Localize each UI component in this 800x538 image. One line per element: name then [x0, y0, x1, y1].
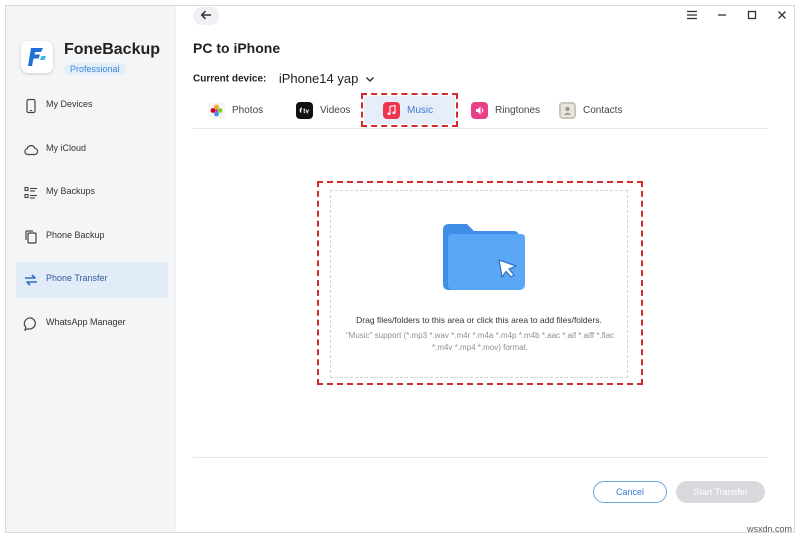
minimize-icon: [717, 7, 727, 25]
back-button[interactable]: [193, 7, 219, 25]
app-name: FoneBackup: [64, 41, 161, 58]
current-device-row: Current device: iPhone14 yap: [193, 70, 375, 88]
sidebar-item-label: My iCloud: [46, 142, 87, 153]
sidebar-item-my-backups[interactable]: My Backups: [16, 175, 168, 211]
tab-photos[interactable]: Photos: [208, 96, 263, 124]
sidebar-item-label: Phone Transfer: [46, 273, 108, 283]
minimize-button[interactable]: [714, 8, 730, 24]
tab-videos[interactable]: Videos: [296, 96, 350, 124]
fonebackup-logo-icon: [21, 41, 53, 73]
tab-music[interactable]: Music: [383, 96, 433, 124]
copy-icon: [23, 229, 39, 245]
tab-label: Videos: [320, 104, 351, 116]
page-title: PC to iPhone: [193, 40, 281, 56]
close-button[interactable]: [774, 8, 790, 24]
sidebar-item-label: My Backups: [46, 186, 96, 196]
tab-ringtones[interactable]: Ringtones: [471, 96, 540, 124]
category-tabs: Photos Videos Music Ringtones Contacts: [193, 93, 768, 129]
start-transfer-button[interactable]: Start Transfer: [676, 481, 765, 503]
appletv-icon: [296, 101, 313, 119]
cancel-button[interactable]: Cancel: [593, 481, 667, 503]
contacts-icon: [559, 101, 576, 119]
tab-contacts[interactable]: Contacts: [559, 96, 622, 124]
brand: FoneBackup Professional: [21, 38, 171, 78]
close-icon: [777, 7, 787, 25]
sidebar-item-label: My Devices: [46, 99, 93, 109]
sidebar: FoneBackup Professional My Devices My iC…: [6, 6, 176, 532]
maximize-icon: [747, 7, 757, 25]
watermark: wsxdn.com: [746, 524, 792, 534]
chat-bubble-icon: [23, 316, 39, 332]
drop-instructions: Drag files/folders to this area or click…: [356, 315, 602, 325]
cloud-icon: [23, 142, 39, 158]
menu-button[interactable]: [684, 8, 700, 24]
maximize-button[interactable]: [744, 8, 760, 24]
transfer-icon: [23, 272, 39, 288]
current-device-label: Current device:: [193, 73, 267, 85]
tab-label: Ringtones: [495, 104, 541, 116]
sidebar-item-label: Phone Backup: [46, 229, 105, 240]
sidebar-item-label: WhatsApp Manager: [46, 316, 126, 327]
music-icon: [383, 101, 400, 119]
tab-label: Photos: [232, 104, 264, 116]
sidebar-nav: My Devices My iCloud My Backups Phone Ba…: [16, 88, 168, 349]
tab-label: Contacts: [583, 104, 623, 116]
ringtones-icon: [471, 101, 488, 119]
sidebar-item-my-icloud[interactable]: My iCloud: [16, 132, 168, 168]
footer-divider: [193, 457, 768, 458]
edition-badge: Professional: [64, 63, 126, 75]
photos-icon: [208, 101, 225, 119]
sidebar-item-my-devices[interactable]: My Devices: [16, 88, 168, 124]
device-selector[interactable]: iPhone14 yap: [279, 71, 375, 86]
folder-with-cursor-icon: [443, 224, 525, 290]
phone-icon: [23, 98, 39, 114]
list-icon: [23, 185, 39, 201]
sidebar-item-whatsapp-manager[interactable]: WhatsApp Manager: [16, 306, 168, 342]
sidebar-item-phone-transfer[interactable]: Phone Transfer: [16, 262, 168, 298]
hamburger-menu-icon: [686, 7, 698, 25]
device-name: iPhone14 yap: [278, 71, 359, 87]
arrow-left-icon: [200, 7, 212, 25]
window-controls: [684, 8, 790, 24]
tab-label: Music: [407, 104, 434, 116]
chevron-down-icon: [362, 71, 375, 86]
sidebar-item-phone-backup[interactable]: Phone Backup: [16, 219, 168, 255]
supported-formats-text: "Music" support (*.mp3 *.wav *.m4r *.m4a…: [345, 331, 615, 352]
file-drop-area[interactable]: Drag files/folders to this area or click…: [330, 190, 628, 378]
